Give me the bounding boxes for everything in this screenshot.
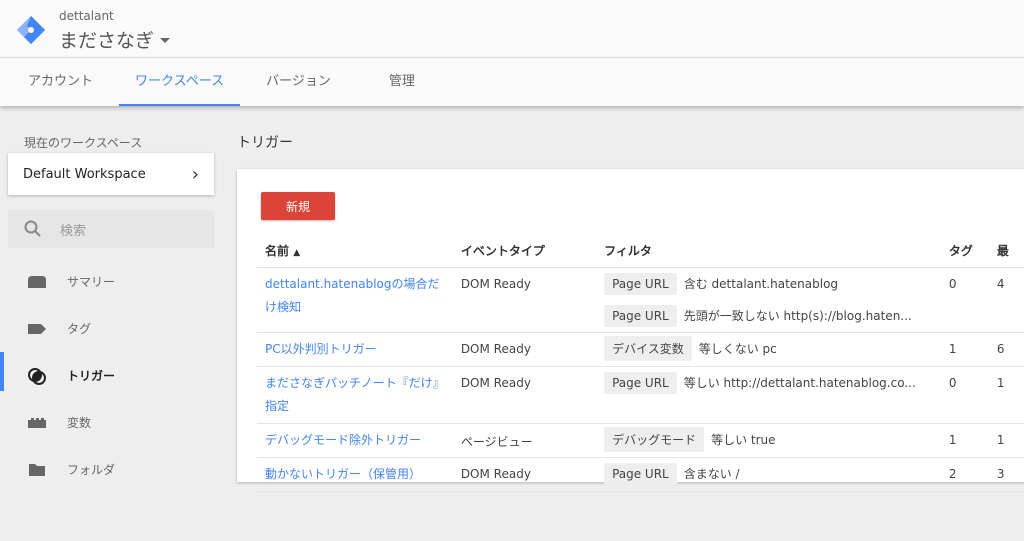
tab-bar: アカウント ワークスペース バージョン 管理 [0,58,1024,106]
sidebar-item-label: タグ [67,322,92,336]
workspace-name: Default Workspace [23,166,146,182]
filter-variable-chip: Page URL [604,304,677,327]
column-header-last-edited[interactable]: 最 [988,235,1024,268]
app-header: dettalant まださなぎ [0,0,1024,58]
filter-condition: デバッグモード 等しい true [604,424,933,456]
table-row[interactable]: 動かないトリガー（保管用） DOM Ready Page URL 含まない / 2 3 [257,457,1024,492]
event-type: ページビュー [452,423,597,458]
last-edited: 3 [988,457,1024,492]
last-edited: 4 [988,267,1024,333]
table-row[interactable]: まださなぎパッチノート『だけ』指定 DOM Ready Page URL 等しい ht… [257,366,1024,424]
tag-count: 0 [940,366,989,424]
trigger-name-link[interactable]: 動かないトリガー（保管用） [257,457,453,492]
tag-count: 1 [940,423,989,458]
trigger-name-link[interactable]: まださなぎパッチノート『だけ』指定 [257,366,453,424]
tab-admin[interactable]: 管理 [373,58,431,106]
tag-count: 0 [940,267,989,333]
event-type: DOM Ready [452,332,597,367]
trigger-icon [27,367,47,385]
sidebar-item-triggers[interactable]: トリガー [0,352,230,399]
column-header-tags[interactable]: タグ [940,235,989,268]
container-selector[interactable]: まださなぎ [59,26,171,53]
filter-condition: Page URL 等しい http://dettalant.hatenablog.… [604,367,933,399]
trigger-name-link[interactable]: dettalant.hatenablogの場合だけ検知 [257,267,453,333]
filter-variable-chip: デバッグモード [604,427,705,452]
table-row[interactable]: dettalant.hatenablogの場合だけ検知 DOM Ready Page… [257,267,1024,333]
sidebar-item-variables[interactable]: 変数 [0,399,230,446]
triggers-card: 新規 名前 ▲ イベントタイプ フィルタ タグ 最 dettalant.hate… [237,169,1024,492]
column-header-filter[interactable]: フィルタ [596,235,941,268]
filter-text: 等しい http://dettalant.hatenablog.co... [683,376,916,390]
table-row[interactable]: デバッグモード除外トリガー ページビュー デバッグモード 等しい true 1 1 [257,423,1024,458]
filter-variable-chip: Page URL [604,272,677,295]
table-row[interactable]: PC以外判別トリガー DOM Ready デバイス変数 等しくない pc 1 6 [257,332,1024,367]
filter-text: 等しい true [711,433,776,447]
trigger-name-link[interactable]: デバッグモード除外トリガー [257,423,453,458]
tag-count: 2 [940,457,989,492]
summary-icon [27,274,47,290]
filter-condition: Page URL 含む dettalant.hatenablog [604,268,933,300]
filter-condition: デバイス変数 等しくない pc [604,333,933,365]
filter-condition: Page URL 先頭が一致しない http(s)://blog.haten... [604,300,933,332]
filter-text: 先頭が一致しない http(s)://blog.haten... [683,309,912,323]
sidebar-item-summary[interactable]: サマリー [0,258,230,305]
workspace-label: 現在のワークスペース [24,136,143,150]
filter-variable-chip: Page URL [604,462,677,485]
container-name: まださなぎ [59,30,155,52]
sidebar-item-tags[interactable]: タグ [0,305,230,352]
event-type: DOM Ready [452,267,597,333]
filters-cell: Page URL 含まない / [596,457,941,492]
new-trigger-button[interactable]: 新規 [261,192,335,220]
filter-variable-chip: Page URL [604,371,677,394]
tag-count: 1 [940,332,989,367]
search-placeholder: 検索 [60,223,87,239]
filters-cell: デバイス変数 等しくない pc [596,332,941,367]
filters-cell: Page URL 等しい http://dettalant.hatenablog.… [596,366,941,424]
trigger-name-link[interactable]: PC以外判別トリガー [257,332,453,367]
sidebar-item-label: 変数 [67,416,92,430]
chevron-right-icon: › [191,163,199,185]
sidebar-item-label: サマリー [67,275,116,289]
account-name: dettalant [59,9,114,23]
column-header-event-type[interactable]: イベントタイプ [452,235,597,268]
event-type: DOM Ready [452,457,597,492]
filter-text: 等しくない pc [698,342,777,356]
sidebar-nav: サマリー タグ トリガー 変数 フォルダ [0,258,230,493]
filter-condition: Page URL 含まない / [604,458,933,490]
search-icon [24,220,41,237]
gtm-logo-icon [16,15,46,45]
column-header-name[interactable]: 名前 ▲ [257,235,453,268]
tab-workspace[interactable]: ワークスペース [119,58,241,106]
dropdown-caret-icon [160,38,171,43]
event-type: DOM Ready [452,366,597,424]
sort-ascending-icon: ▲ [293,248,301,259]
filters-cell: Page URL 含む dettalant.hatenablog Page URL 先… [596,267,941,333]
last-edited: 1 [988,366,1024,424]
filters-cell: デバッグモード 等しい true [596,423,941,458]
variable-icon [27,415,47,431]
sidebar-item-label: トリガー [67,369,116,383]
workspace-selector[interactable]: Default Workspace › [8,153,214,195]
filter-text: 含まない / [683,467,740,481]
last-edited: 1 [988,423,1024,458]
last-edited: 6 [988,332,1024,367]
filter-variable-chip: デバイス変数 [604,336,692,361]
folder-icon [27,462,47,478]
sidebar-item-folders[interactable]: フォルダ [0,446,230,493]
triggers-table: 名前 ▲ イベントタイプ フィルタ タグ 最 dettalant.hatenab… [257,235,1024,492]
search-input[interactable]: 検索 [8,210,214,248]
page-title: トリガー [237,135,293,151]
tag-icon [27,321,47,337]
tab-account[interactable]: アカウント [12,58,109,106]
tab-versions[interactable]: バージョン [250,58,347,106]
sidebar-item-label: フォルダ [67,463,116,477]
filter-text: 含む dettalant.hatenablog [683,277,839,291]
